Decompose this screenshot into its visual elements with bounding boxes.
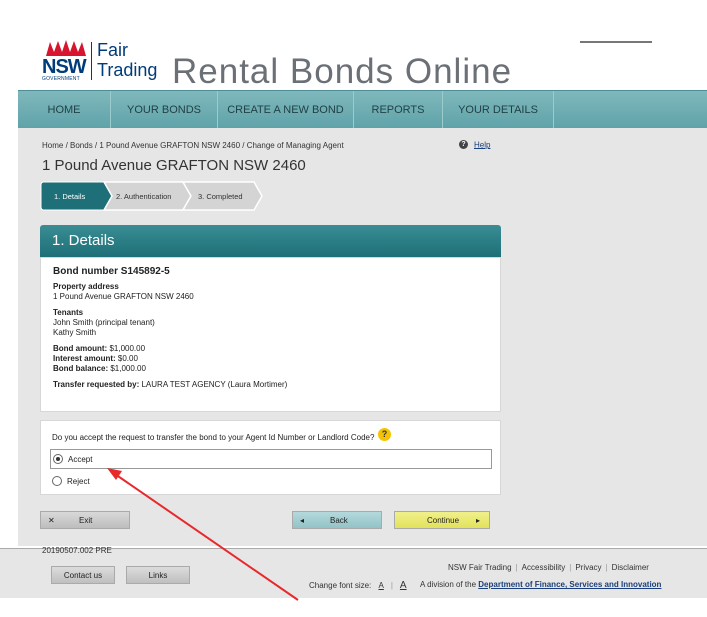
transfer-question-text: Do you accept the request to transfer th… [52, 433, 375, 442]
version-label: 20190507.002 PRE [42, 546, 112, 555]
nsw-fair-trading-logo[interactable]: NSW GOVERNMENT Fair Trading [42, 40, 162, 82]
footer-link-accessibility[interactable]: Accessibility [522, 563, 566, 572]
help-label[interactable]: Help [474, 140, 490, 149]
bond-number: Bond number S145892-5 [53, 266, 170, 277]
font-size-controls: Change font size: A | A [309, 580, 407, 591]
back-button[interactable]: ◂ Back [292, 511, 382, 529]
main-navigation: HOME YOUR BONDS CREATE A NEW BOND REPORT… [18, 90, 707, 129]
tenants-label: Tenants [53, 308, 84, 317]
breadcrumb[interactable]: Home / Bonds / 1 Pound Avenue GRAFTON NS… [42, 141, 344, 150]
division-text: A division of the Department of Finance,… [420, 580, 661, 589]
nav-home[interactable]: HOME [18, 91, 111, 129]
bond-balance-row: Bond balance: $1,000.00 [53, 364, 488, 374]
arrow-right-icon: ▸ [476, 516, 481, 525]
bond-balance-value: $1,000.00 [110, 364, 146, 373]
nav-reports[interactable]: REPORTS [354, 91, 443, 129]
contact-us-button[interactable]: Contact us [51, 566, 115, 584]
step-1-label: 1. Details [54, 192, 86, 201]
tenant-2: Kathy Smith [53, 328, 97, 337]
header: NSW GOVERNMENT Fair Trading Rental Bonds… [0, 0, 707, 91]
progress-steps: 1. Details 2. Authentication 3. Complete… [40, 181, 263, 211]
logo-government-text: GOVERNMENT [42, 76, 80, 82]
site-title: Rental Bonds Online [172, 52, 513, 91]
step-2-label: 2. Authentication [116, 192, 171, 201]
accept-label[interactable]: Accept [68, 455, 92, 464]
interest-amount-row: Interest amount: $0.00 [53, 354, 488, 364]
page-title: 1 Pound Avenue GRAFTON NSW 2460 [42, 157, 306, 174]
logo-fair-text: Fair [97, 40, 128, 60]
bond-balance-label: Bond balance: [53, 364, 109, 373]
interest-amount-label: Interest amount: [53, 354, 116, 363]
continue-label: Continue [427, 516, 460, 525]
waratah-icon [46, 40, 86, 56]
accept-radio[interactable] [53, 454, 63, 464]
transfer-requested-label: Transfer requested by: [53, 380, 140, 389]
bond-amount-row: Bond amount: $1,000.00 [53, 344, 488, 354]
font-size-small[interactable]: A [379, 581, 384, 590]
exit-button[interactable]: ✕ Exit [40, 511, 130, 529]
question-help-icon[interactable]: ? [378, 428, 391, 441]
nav-create-bond[interactable]: CREATE A NEW BOND [218, 91, 354, 129]
footer-link-privacy[interactable]: Privacy [575, 563, 601, 572]
property-address-label: Property address [53, 282, 119, 291]
division-link[interactable]: Department of Finance, Services and Inno… [478, 580, 661, 589]
transfer-requested-row: Transfer requested by: LAURA TEST AGENCY… [53, 380, 488, 390]
bond-amount-label: Bond amount: [53, 344, 108, 353]
continue-button[interactable]: Continue ▸ [394, 511, 490, 529]
font-size-large[interactable]: A [400, 580, 407, 591]
reject-label[interactable]: Reject [67, 477, 90, 486]
arrow-left-icon: ◂ [300, 516, 305, 525]
font-size-label: Change font size: [309, 581, 372, 590]
transfer-requested-value: LAURA TEST AGENCY (Laura Mortimer) [141, 380, 288, 389]
tenant-1: John Smith (principal tenant) [53, 318, 155, 327]
step-3-label: 3. Completed [198, 192, 243, 201]
exit-label: Exit [79, 516, 93, 525]
bond-amount-value: $1,000.00 [109, 344, 146, 353]
close-icon: ✕ [48, 516, 55, 525]
transfer-question-box: Do you accept the request to transfer th… [40, 420, 501, 495]
logo-divider [91, 42, 92, 80]
accept-option-row[interactable]: Accept [50, 449, 492, 469]
details-panel-header: 1. Details [40, 225, 501, 257]
help-link[interactable]: ? Help [459, 140, 490, 150]
division-prefix: A division of the [420, 580, 477, 589]
logo-trading-text: Trading [97, 60, 158, 80]
links-button[interactable]: Links [126, 566, 190, 584]
nav-your-details[interactable]: YOUR DETAILS [443, 91, 554, 129]
nav-your-bonds[interactable]: YOUR BONDS [111, 91, 218, 129]
footer-link-disclaimer[interactable]: Disclaimer [612, 563, 649, 572]
details-panel-body: Bond number S145892-5 Property address 1… [40, 257, 501, 412]
back-label: Back [330, 516, 348, 525]
interest-amount-value: $0.00 [117, 354, 138, 363]
footer-link-fair-trading[interactable]: NSW Fair Trading [448, 563, 512, 572]
footer-links: NSW Fair Trading | Accessibility | Privacy | D… [448, 563, 649, 572]
top-divider [580, 41, 652, 43]
property-address-value: 1 Pound Avenue GRAFTON NSW 2460 [53, 292, 194, 301]
reject-radio[interactable] [52, 476, 62, 486]
help-icon: ? [459, 140, 468, 150]
